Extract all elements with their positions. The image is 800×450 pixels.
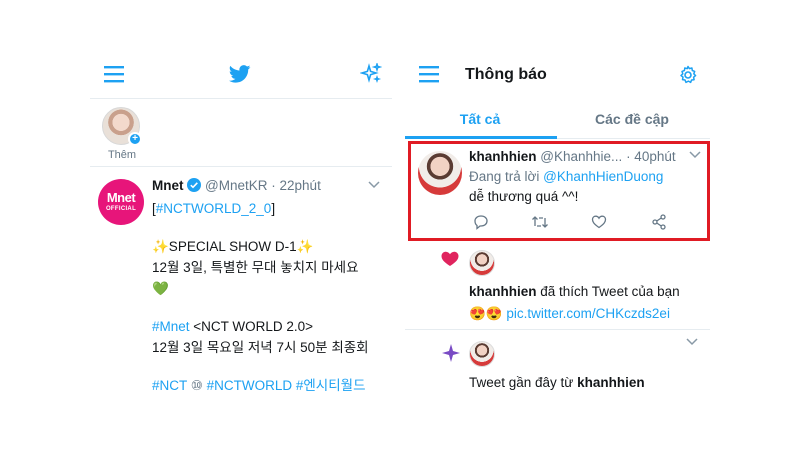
hashtag-link[interactable]: #NCTWORLD #엔시티월드	[207, 378, 366, 393]
fleet-divider	[90, 166, 392, 167]
like-notification[interactable]: khanhhien đã thích Tweet của bạn 😍😍 pic.…	[405, 245, 710, 323]
home-top-bar	[90, 55, 392, 97]
avatar[interactable]	[469, 250, 495, 276]
plus-icon: +	[128, 132, 142, 146]
tweet-actions	[473, 214, 673, 232]
hamburger-icon[interactable]	[104, 65, 124, 83]
mnet-avatar[interactable]: Mnet OFFICIAL	[98, 179, 144, 225]
tweet-line-3: ✨SPECIAL SHOW D-1✨	[152, 239, 314, 254]
recent-author-name[interactable]: khanhhien	[577, 375, 645, 390]
reply-handle[interactable]: @Khanhhie...	[540, 149, 622, 164]
recent-text: Tweet gần đây từ khanhhien	[469, 375, 645, 390]
share-icon[interactable]	[651, 214, 667, 230]
hashtag-link[interactable]: #NCTWORLD_2_0	[156, 201, 272, 216]
reply-author-name[interactable]: khanhhien	[469, 149, 537, 164]
tweet-line-1: [#NCTWORLD_2_0]	[152, 201, 276, 216]
like-text: khanhhien đã thích Tweet của bạn 😍😍 pic.…	[469, 284, 680, 321]
reply-header: khanhhien @Khanhhie... · 40phút	[469, 147, 705, 167]
reply-notification[interactable]: khanhhien @Khanhhie... · 40phút Đang trả…	[408, 141, 710, 241]
mention-link[interactable]: @KhanhHienDuong	[543, 169, 663, 184]
chevron-down-icon[interactable]	[689, 151, 701, 159]
tab-all[interactable]: Tất cả	[405, 111, 555, 127]
gear-icon[interactable]	[678, 65, 698, 85]
reply-time: · 40phút	[626, 149, 676, 164]
tweet-line-5: 💚	[152, 281, 169, 296]
verified-badge-icon	[187, 177, 202, 198]
pic-link[interactable]: pic.twitter.com/CHKczds2ei	[506, 306, 670, 321]
reply-text: dễ thương quá ^^!	[469, 189, 579, 204]
notification-divider	[405, 329, 710, 330]
top-bar-divider	[90, 98, 392, 99]
tweet-body: Mnet @MnetKR · 22phút [#NCTWORLD_2_0] ✨S…	[152, 175, 392, 396]
hashtag-link[interactable]: #Mnet	[152, 319, 190, 334]
tweet-line-7: #Mnet <NCT WORLD 2.0>	[152, 319, 314, 334]
twitter-bird-icon	[229, 65, 251, 83]
tweet-line-10: #NCT ⑩ #NCTWORLD #엔시티월드	[152, 378, 366, 393]
home-timeline-panel: + Thêm Mnet OFFICIAL Mnet @MnetKR · 22ph…	[90, 55, 392, 395]
liker-name[interactable]: khanhhien	[469, 284, 537, 299]
notifications-panel: Thông báo Tất cả Các đề cập khanhhien @K…	[405, 55, 710, 395]
avatar[interactable]	[418, 151, 462, 195]
tweet-line-8: 12월 3일 목요일 저녁 7시 50분 최종회	[152, 340, 369, 355]
mnet-logo-text: Mnet	[106, 190, 136, 205]
hashtag-link[interactable]: #NCT	[152, 378, 187, 393]
reply-content: khanhhien @Khanhhie... · 40phút Đang trả…	[469, 147, 705, 207]
replying-to: Đang trả lời @KhanhHienDuong	[469, 169, 664, 184]
retweet-icon[interactable]	[531, 214, 549, 230]
tweet-line-4: 12월 3일, 특별한 무대 놓치지 마세요	[152, 260, 359, 275]
reply-icon[interactable]	[473, 214, 489, 230]
recent-tweet-notification[interactable]: Tweet gần đây từ khanhhien	[405, 335, 710, 395]
avatar[interactable]	[469, 341, 495, 367]
chevron-down-icon[interactable]	[686, 338, 698, 346]
notification-tabs: Tất cả Các đề cập	[405, 105, 710, 139]
active-tab-indicator	[405, 136, 557, 139]
emoji: 😍😍	[469, 306, 503, 321]
fleet-label: Thêm	[107, 149, 137, 161]
user-avatar[interactable]: +	[102, 107, 142, 146]
tweet-header: Mnet @MnetKR · 22phút	[152, 175, 392, 198]
page-title: Thông báo	[465, 66, 547, 83]
fleet-add[interactable]: + Thêm	[102, 107, 142, 161]
tweet-author-name[interactable]: Mnet	[152, 178, 184, 193]
heart-icon	[441, 251, 459, 267]
tweet-handle[interactable]: @MnetKR	[205, 178, 267, 193]
chevron-down-icon[interactable]	[368, 181, 380, 189]
sparkle-icon[interactable]	[360, 63, 382, 85]
mnet-logo-subtext: OFFICIAL	[105, 206, 137, 212]
like-icon[interactable]	[591, 214, 607, 230]
hamburger-icon[interactable]	[419, 65, 439, 83]
sparkle-icon	[441, 343, 461, 363]
tab-mentions[interactable]: Các đề cập	[557, 111, 707, 127]
tweet-time: · 22phút	[271, 178, 321, 193]
